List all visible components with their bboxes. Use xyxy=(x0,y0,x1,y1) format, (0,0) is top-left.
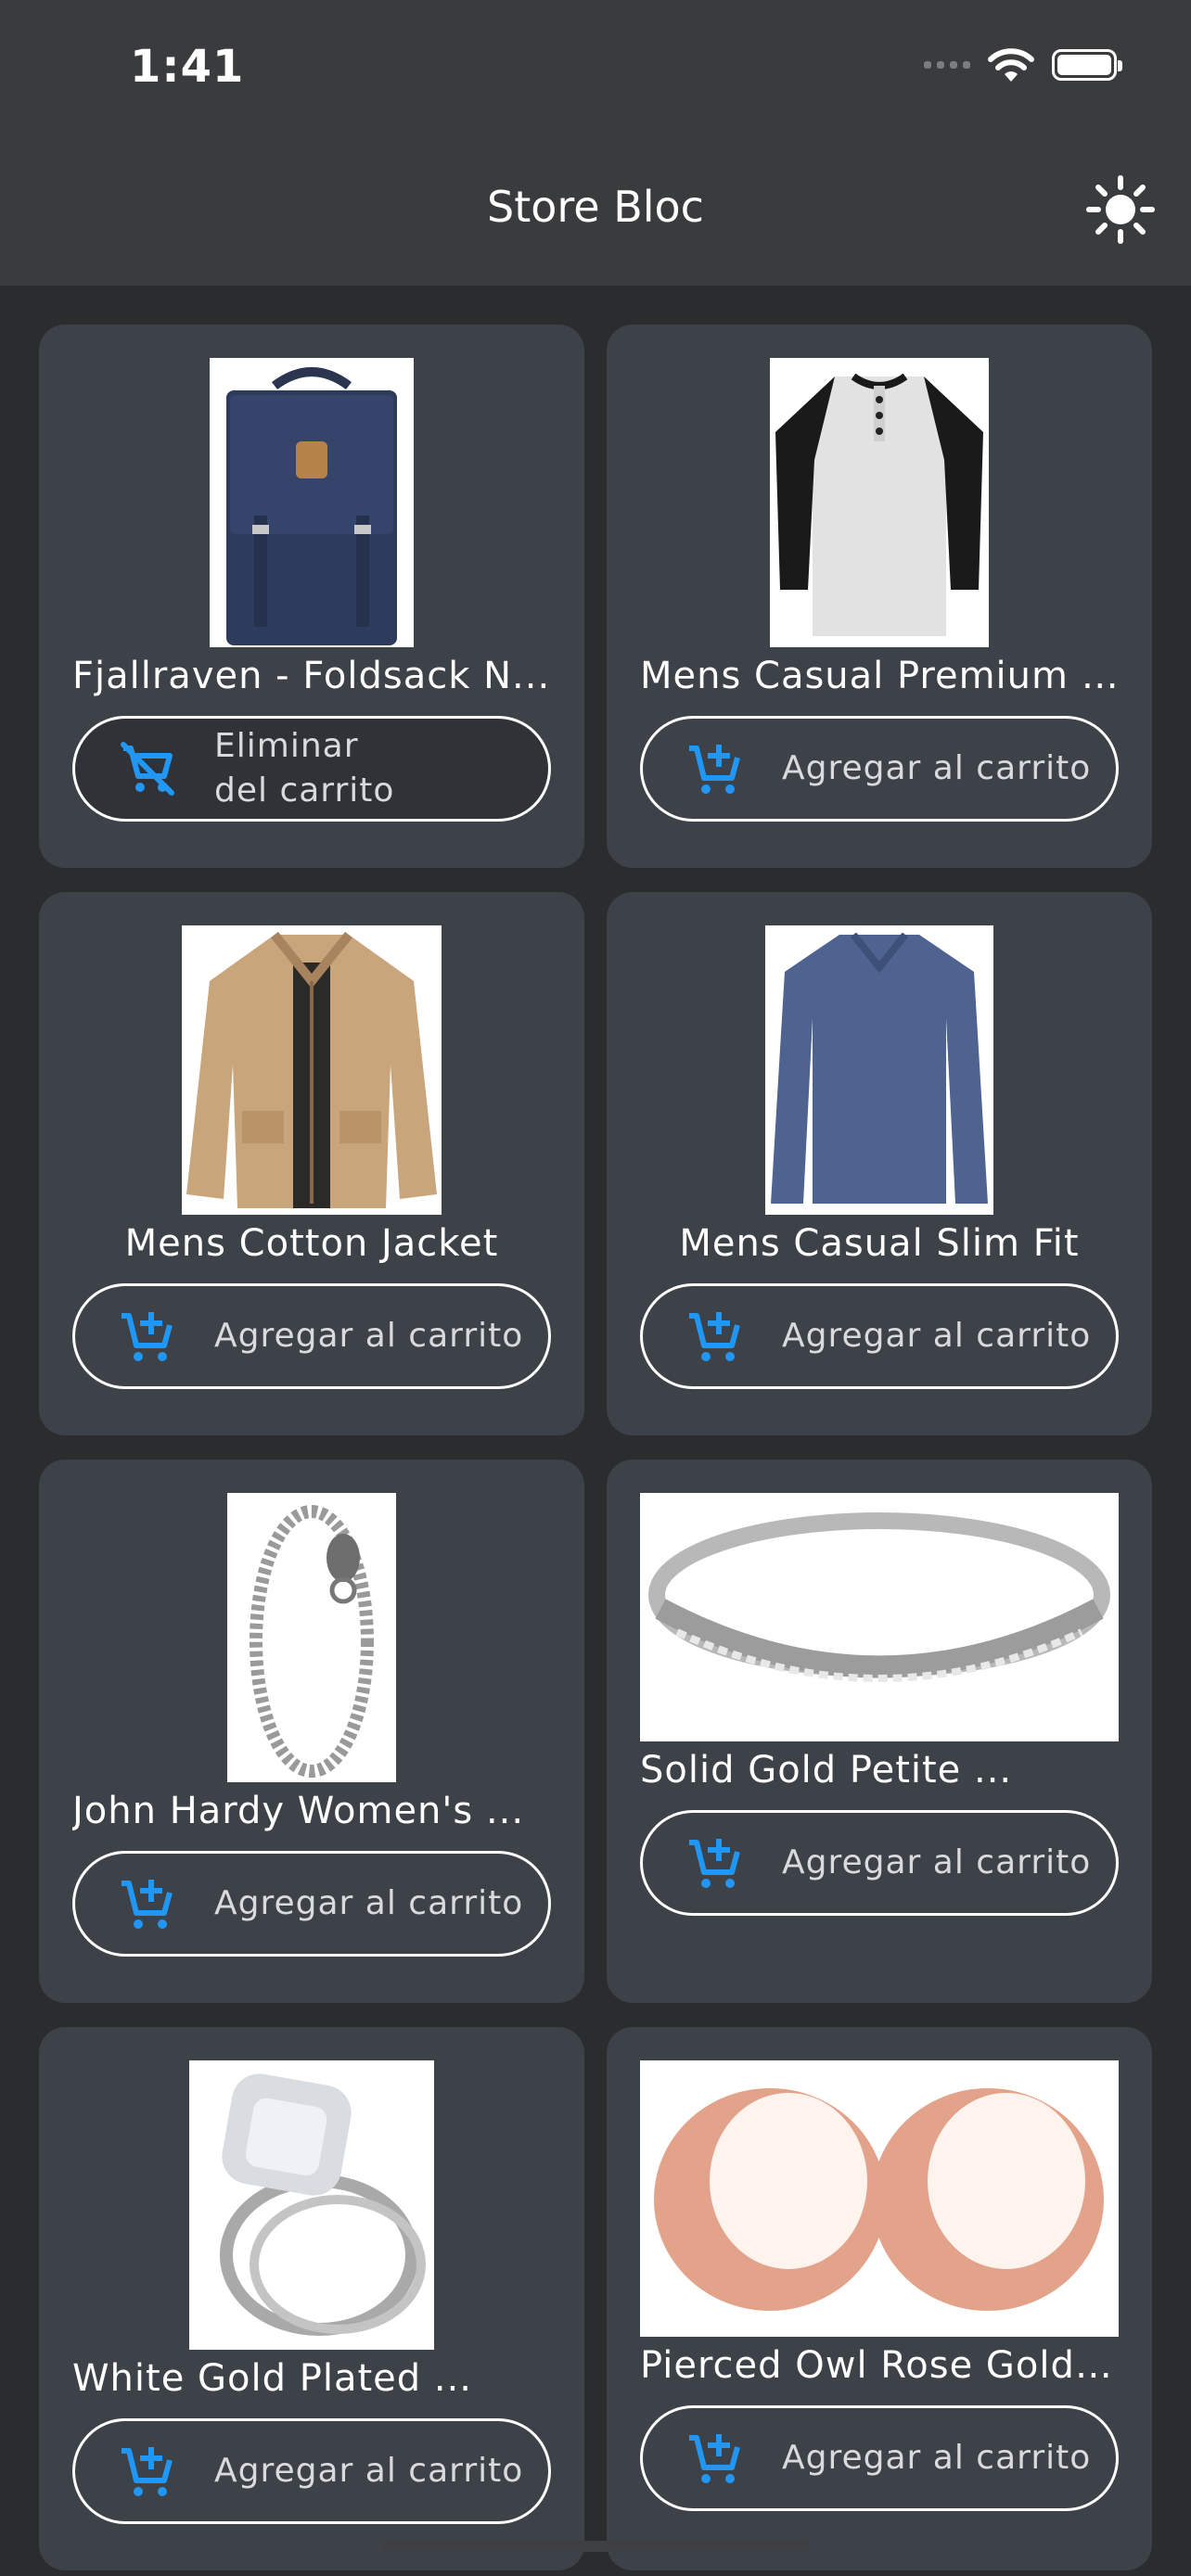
battery-icon xyxy=(1052,49,1122,81)
button-label: Agregar al carrito xyxy=(782,749,1092,787)
product-card[interactable]: Pierced Owl Rose Gold ... Agregar al car… xyxy=(607,2027,1152,2570)
sun-icon[interactable] xyxy=(1083,172,1158,247)
product-title: John Hardy Women's ... xyxy=(72,1790,525,1832)
product-card[interactable]: Mens Cotton Jacket Agregar al carrito xyxy=(39,892,584,1435)
add-to-cart-button[interactable]: Agregar al carrito xyxy=(640,2405,1119,2511)
product-image-henley-shirt xyxy=(770,358,989,647)
cellular-signal-icon xyxy=(924,61,970,69)
product-title: Mens Casual Slim Fit xyxy=(679,1222,1080,1265)
product-card[interactable]: Mens Casual Slim Fit Agregar al carrito xyxy=(607,892,1152,1435)
add-shopping-cart-icon xyxy=(689,745,740,794)
wifi-icon xyxy=(988,48,1034,82)
add-shopping-cart-icon xyxy=(689,2434,740,2483)
button-label: Agregar al carrito xyxy=(782,1843,1092,1881)
add-shopping-cart-icon xyxy=(122,1312,173,1361)
add-to-cart-button[interactable]: Agregar al carrito xyxy=(640,716,1119,822)
product-card[interactable]: Solid Gold Petite ... Agregar al carrito xyxy=(607,1460,1152,2003)
button-label: Agregar al carrito xyxy=(214,2452,524,2490)
product-image-backpack xyxy=(210,358,414,647)
product-title: Fjallraven - Foldsack N... xyxy=(72,655,551,697)
product-card[interactable]: John Hardy Women's ... Agregar al carrit… xyxy=(39,1460,584,2003)
product-image-gold-ring xyxy=(640,1493,1119,1741)
add-to-cart-button[interactable]: Agregar al carrito xyxy=(640,1810,1119,1916)
product-title: Pierced Owl Rose Gold ... xyxy=(640,2344,1119,2387)
add-to-cart-button[interactable]: Agregar al carrito xyxy=(72,2418,551,2524)
add-shopping-cart-icon xyxy=(689,1312,740,1361)
button-label: Agregar al carrito xyxy=(782,1317,1092,1355)
product-title: Mens Casual Premium ... xyxy=(640,655,1119,697)
add-to-cart-button[interactable]: Agregar al carrito xyxy=(72,1851,551,1957)
add-shopping-cart-icon xyxy=(122,2447,173,2496)
page-title: Store Bloc xyxy=(487,182,704,232)
button-label: Agregar al carrito xyxy=(214,1317,524,1355)
remove-from-cart-button[interactable]: Eliminar del carrito xyxy=(72,716,551,822)
add-to-cart-button[interactable]: Agregar al carrito xyxy=(640,1283,1119,1389)
product-title: Mens Cotton Jacket xyxy=(124,1222,499,1265)
product-card[interactable]: White Gold Plated ... Agregar al carrito xyxy=(39,2027,584,2570)
product-card[interactable]: Mens Casual Premium ... Agregar al carri… xyxy=(607,325,1152,868)
remove-shopping-cart-icon xyxy=(121,742,174,796)
add-to-cart-button[interactable]: Agregar al carrito xyxy=(72,1283,551,1389)
product-image-rose-gold-plugs xyxy=(640,2060,1119,2337)
status-icons xyxy=(924,46,1122,83)
button-label: Agregar al carrito xyxy=(782,2439,1092,2477)
add-shopping-cart-icon xyxy=(689,1839,740,1888)
add-shopping-cart-icon xyxy=(122,1880,173,1929)
product-image-slim-fit-shirt xyxy=(765,925,993,1215)
product-image-white-gold-ring xyxy=(189,2060,434,2350)
product-title: Solid Gold Petite ... xyxy=(640,1749,1013,1792)
product-card[interactable]: Fjallraven - Foldsack N... Eliminar del … xyxy=(39,325,584,868)
product-image-bracelet xyxy=(227,1493,396,1782)
app-bar: 1:41 Store Bloc xyxy=(0,0,1191,286)
product-title: White Gold Plated ... xyxy=(72,2357,472,2400)
button-label: Eliminar del carrito xyxy=(214,727,395,810)
product-image-cotton-jacket xyxy=(182,925,442,1215)
status-time: 1:41 xyxy=(130,41,245,93)
home-indicator[interactable] xyxy=(382,2541,809,2552)
button-label: Agregar al carrito xyxy=(214,1884,524,1922)
